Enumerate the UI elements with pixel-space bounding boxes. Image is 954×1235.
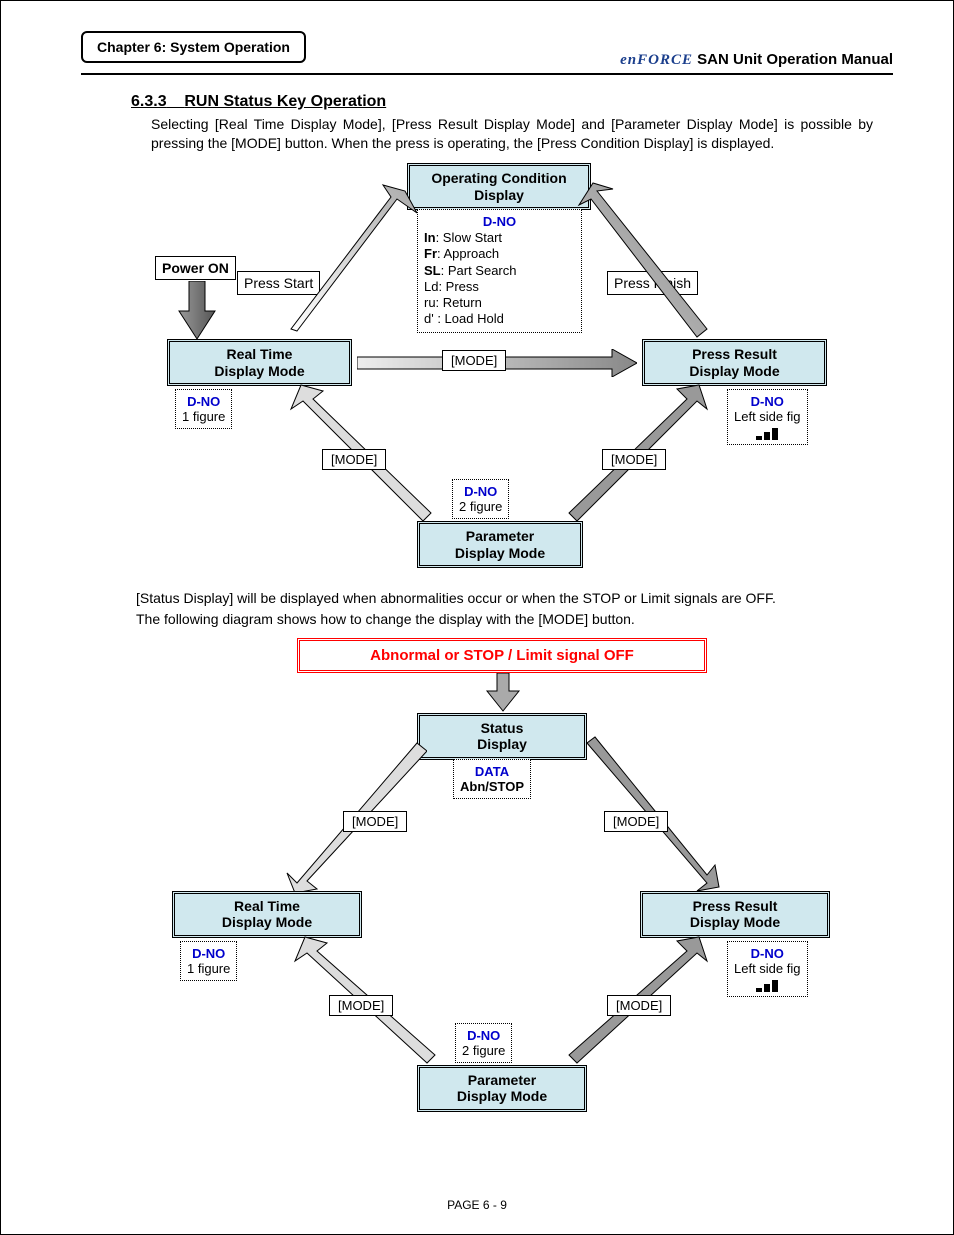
dno2-rt-label: D-NO <box>192 946 225 961</box>
mode-label-mid: [MODE] <box>442 350 506 371</box>
top-header: Chapter 6: System Operation enFORCE SAN … <box>81 31 893 69</box>
status-l2: Display <box>477 736 527 752</box>
product-title: enFORCE SAN Unit Operation Manual <box>620 31 893 69</box>
node-parameter-2: Parameter Display Mode <box>417 1065 587 1113</box>
param-l1: Parameter <box>466 528 535 544</box>
dno2-pr-label: D-NO <box>751 946 784 961</box>
page: Chapter 6: System Operation enFORCE SAN … <box>0 0 954 1235</box>
para-3: The following diagram shows how to chang… <box>136 610 873 629</box>
dno-pm-text: 2 figure <box>459 499 502 514</box>
pressres-l2: Display Mode <box>689 363 779 379</box>
node-press-result: Press Result Display Mode <box>642 339 827 387</box>
node-parameter: Parameter Display Mode <box>417 521 583 569</box>
dno-l3: SL: Part Search <box>424 263 575 279</box>
data-abn-box: DATA Abn/STOP <box>453 759 531 799</box>
page-number: PAGE 6 - 9 <box>1 1198 953 1212</box>
header-rule <box>81 73 893 75</box>
mode-label-bl: [MODE] <box>322 449 386 470</box>
arrow-down-icon <box>485 673 521 713</box>
dno2-rt-text: 1 figure <box>187 961 230 976</box>
dno-l1: In: Slow Start <box>424 230 575 246</box>
realtime2-l1: Real Time <box>234 898 300 914</box>
node-realtime-2: Real Time Display Mode <box>172 891 362 939</box>
pressres2-l1: Press Result <box>693 898 778 914</box>
dno-realtime: D-NO 1 figure <box>175 389 232 429</box>
arrow-upright-icon <box>577 181 717 341</box>
section-number: 6.3.3 <box>131 93 167 110</box>
section-name: RUN Status Key Operation <box>184 93 386 110</box>
abn-stop-text: Abn/STOP <box>460 779 524 794</box>
mode-label-br: [MODE] <box>602 449 666 470</box>
para-2: [Status Display] will be displayed when … <box>136 589 863 608</box>
dno-pr-label: D-NO <box>751 394 784 409</box>
arrow-upleft-icon <box>287 181 427 341</box>
mode-label-tr: [MODE] <box>604 811 668 832</box>
dno-l6: d' : Load Hold <box>424 311 575 327</box>
chapter-box: Chapter 6: System Operation <box>81 31 306 63</box>
brand-logo: enFORCE <box>620 52 693 68</box>
dno-l4: Ld: Press <box>424 279 575 295</box>
dno-l5: ru: Return <box>424 295 575 311</box>
node-realtime: Real Time Display Mode <box>167 339 352 387</box>
section-heading: 6.3.3 RUN Status Key Operation <box>131 93 893 111</box>
node-press-result-2: Press Result Display Mode <box>640 891 830 939</box>
abnormal-box: Abnormal or STOP / Limit signal OFF <box>297 638 707 673</box>
node-operating-condition: Operating Condition Display <box>407 163 591 211</box>
dno2-pm-text: 2 figure <box>462 1043 505 1058</box>
pressres2-l2: Display Mode <box>690 914 780 930</box>
dno-pressresult-2: D-NO Left side fig <box>727 941 808 997</box>
dno-pressresult: D-NO Left side fig <box>727 389 808 445</box>
dno-pm-label: D-NO <box>464 484 497 499</box>
para-1: Selecting [Real Time Display Mode], [Pre… <box>151 115 873 153</box>
bars-icon <box>755 425 779 440</box>
realtime2-l2: Display Mode <box>222 914 312 930</box>
mode-label-br2: [MODE] <box>607 995 671 1016</box>
dno2-pm-label: D-NO <box>467 1028 500 1043</box>
diagram-abnormal: Abnormal or STOP / Limit signal OFF Stat… <box>107 633 867 1103</box>
dno-legend: D-NO In: Slow Start Fr: Approach SL: Par… <box>417 209 582 333</box>
dno-param-2: D-NO 2 figure <box>455 1023 512 1063</box>
diagram-run-status: Power ON Operating Condition Display D-N… <box>107 161 867 581</box>
realtime-l2: Display Mode <box>214 363 304 379</box>
dno-param: D-NO 2 figure <box>452 479 509 519</box>
param-l2: Display Mode <box>455 545 545 561</box>
node-status-display: Status Display <box>417 713 587 761</box>
dno-rt-text: 1 figure <box>182 409 225 424</box>
op-cond-l1: Operating Condition <box>431 170 566 186</box>
dno2-pr-text: Left side fig <box>734 961 801 976</box>
dno-realtime-2: D-NO 1 figure <box>180 941 237 981</box>
bars-icon <box>755 977 779 992</box>
dno-rt-label: D-NO <box>187 394 220 409</box>
realtime-l1: Real Time <box>227 346 293 362</box>
dno-pr-text: Left side fig <box>734 409 801 424</box>
arrow-down-icon <box>177 281 217 341</box>
mode-label-tl: [MODE] <box>343 811 407 832</box>
data-label: DATA <box>475 764 509 779</box>
dno-header: D-NO <box>424 214 575 230</box>
manual-name: SAN Unit Operation Manual <box>697 51 893 68</box>
power-on-box: Power ON <box>155 256 236 280</box>
status-l1: Status <box>481 720 524 736</box>
mode-label-bl2: [MODE] <box>329 995 393 1016</box>
param2-l1: Parameter <box>468 1072 537 1088</box>
pressres-l1: Press Result <box>692 346 777 362</box>
param2-l2: Display Mode <box>457 1088 547 1104</box>
dno-l2: Fr: Approach <box>424 246 575 262</box>
op-cond-l2: Display <box>474 187 524 203</box>
